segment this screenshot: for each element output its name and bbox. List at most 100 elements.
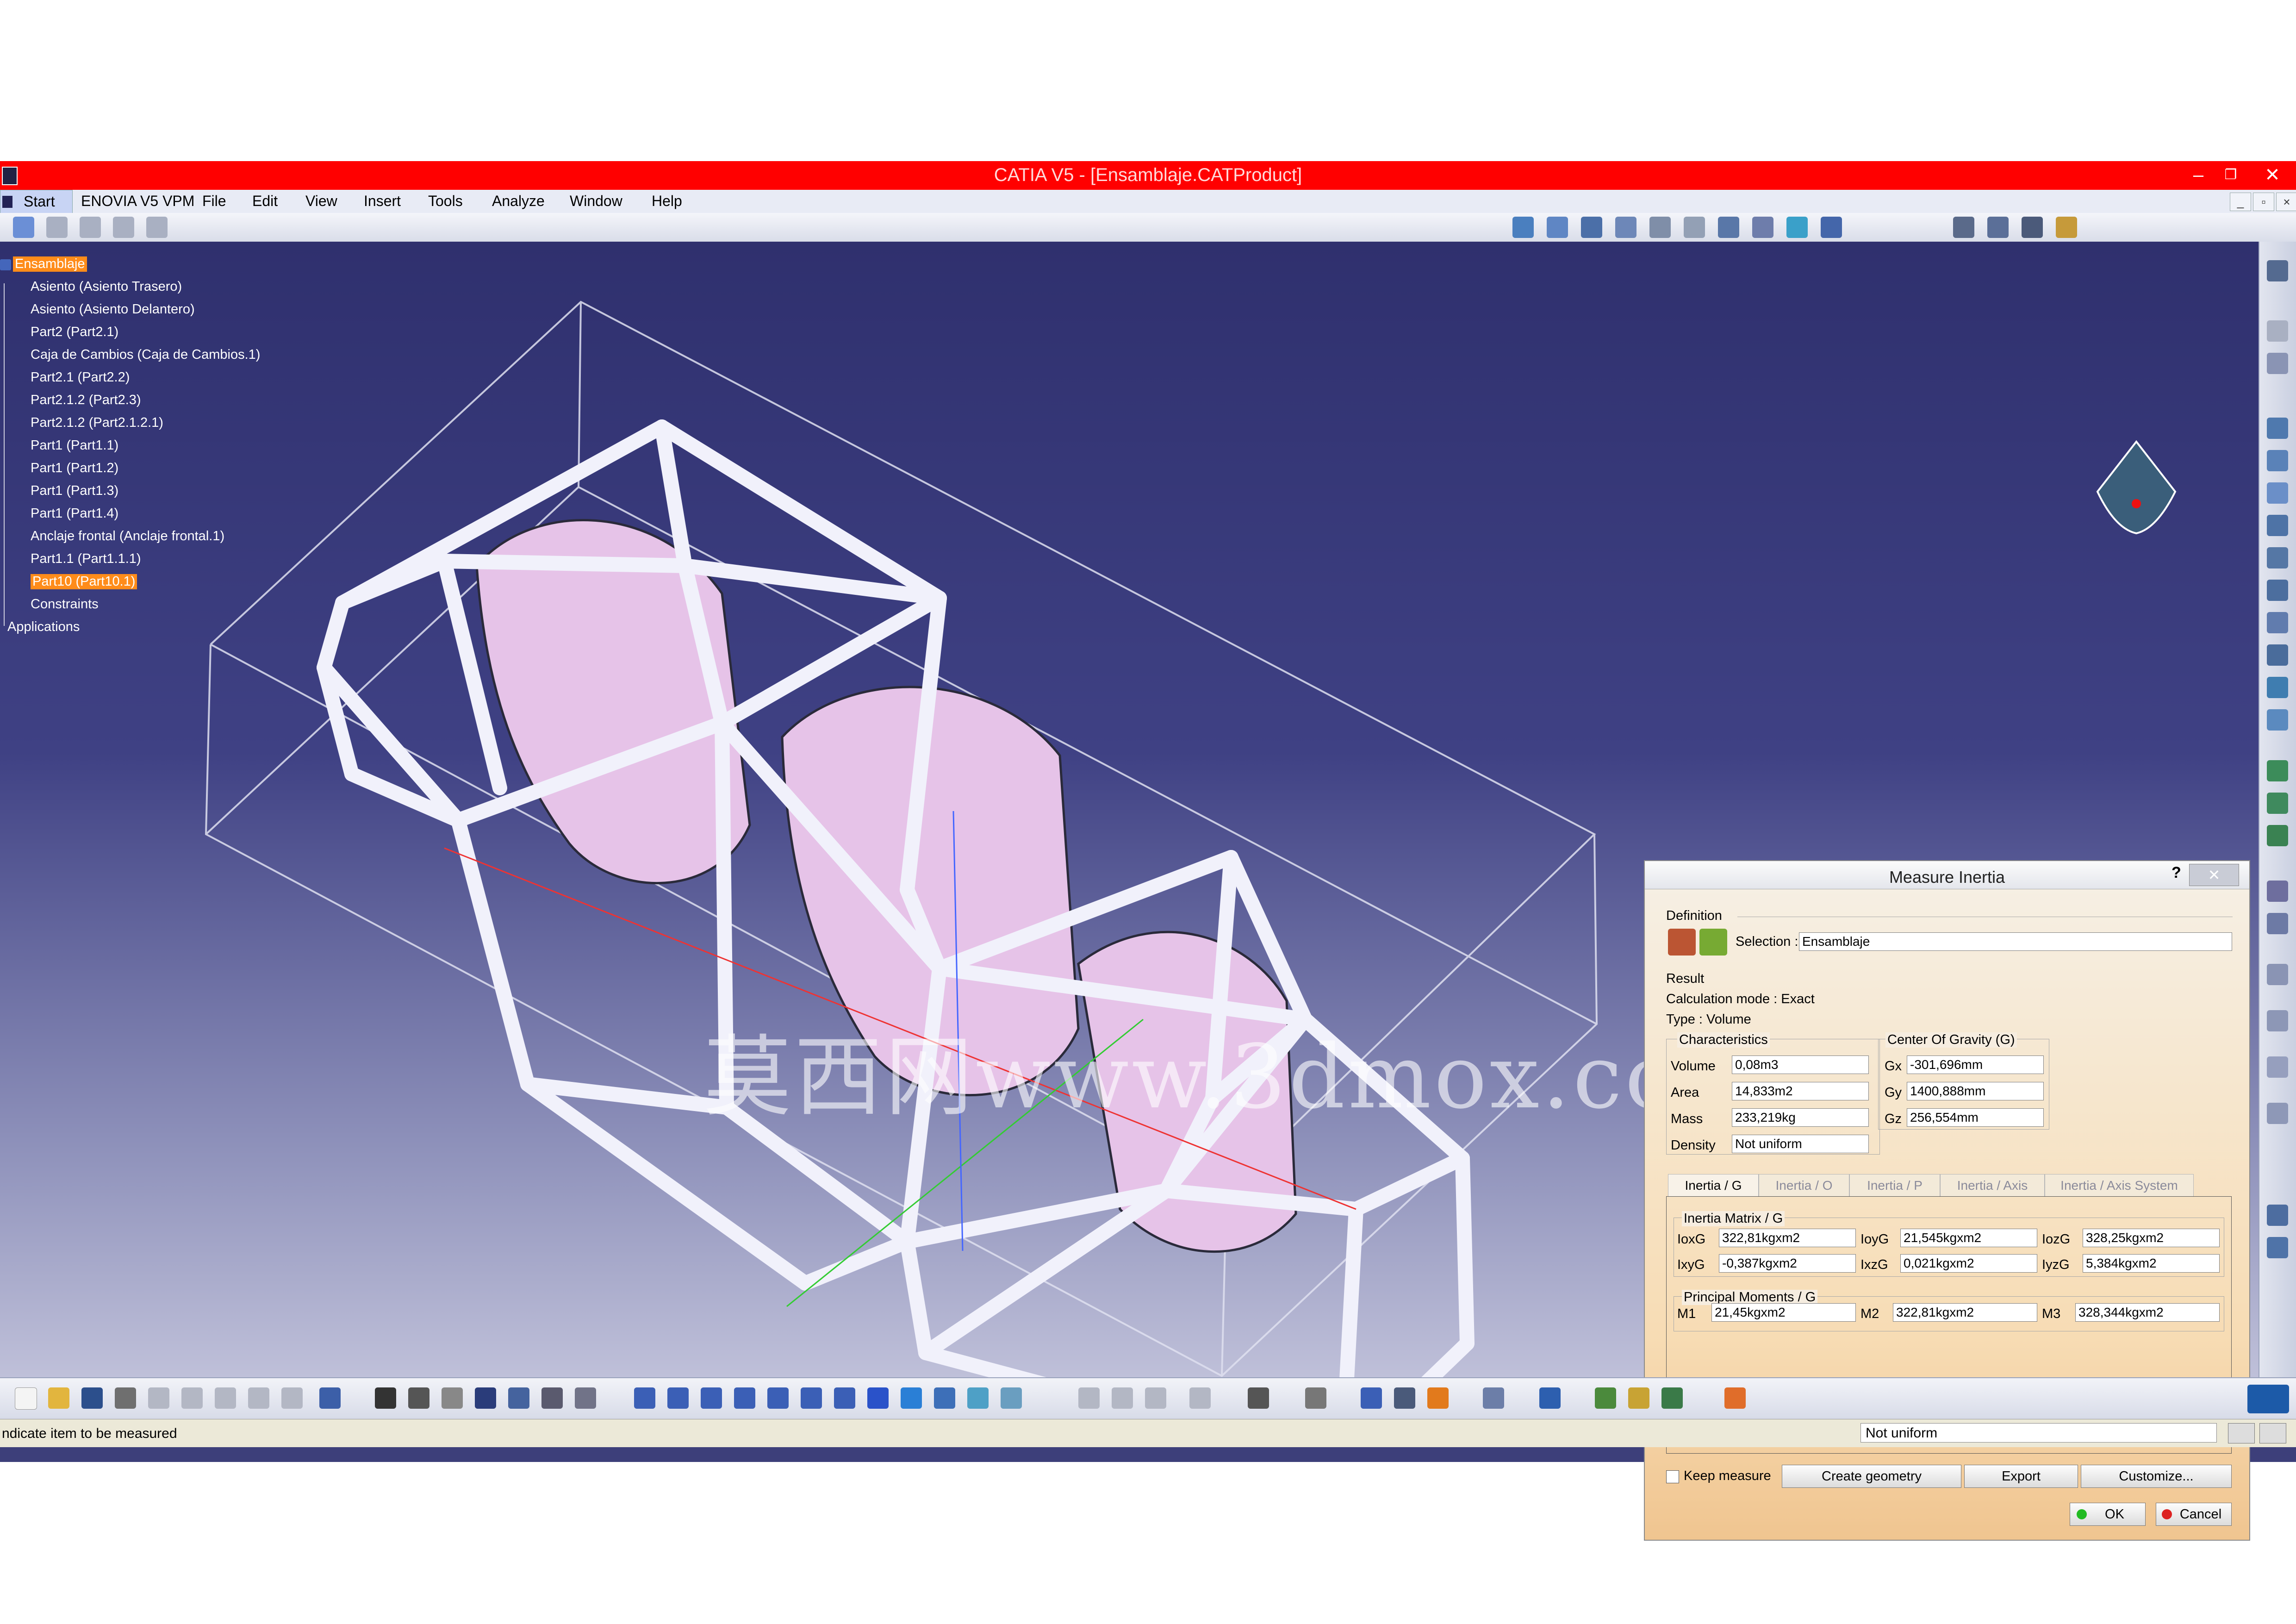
customize-button[interactable]: Customize... <box>2081 1465 2232 1488</box>
abc-icon[interactable] <box>2267 1010 2288 1031</box>
status-field[interactable]: Not uniform <box>1860 1423 2217 1443</box>
update-icon[interactable] <box>1786 217 1808 238</box>
annotation-icon[interactable] <box>2267 644 2288 666</box>
angle-icon[interactable] <box>1649 217 1671 238</box>
status-toggle-icon[interactable] <box>2228 1423 2255 1443</box>
law-icon[interactable] <box>1145 1387 1166 1409</box>
menu-file[interactable]: File <box>202 193 226 210</box>
product-knowledge-icon[interactable] <box>1595 1387 1616 1409</box>
weld-icon[interactable] <box>2267 677 2288 698</box>
smart-move-icon[interactable] <box>2267 482 2288 504</box>
tree-item[interactable]: Part2 (Part2.1) <box>31 325 118 340</box>
menu-edit[interactable]: Edit <box>252 193 278 210</box>
tree-icon[interactable] <box>508 1387 529 1409</box>
thickness-icon[interactable] <box>1427 1387 1449 1409</box>
menu-analyze[interactable]: Analyze <box>492 193 545 210</box>
copy-icon[interactable] <box>181 1387 203 1409</box>
tree-item[interactable]: Part1 (Part1.4) <box>31 506 118 521</box>
swap-space-icon[interactable] <box>1001 1387 1022 1409</box>
component-icon[interactable] <box>2267 793 2288 814</box>
whats-this-icon[interactable] <box>319 1387 341 1409</box>
dimension-icon[interactable] <box>2267 1103 2288 1124</box>
rotate-icon[interactable] <box>734 1387 755 1409</box>
capture-image-icon[interactable] <box>1248 1387 1269 1409</box>
shading-icon[interactable] <box>934 1387 955 1409</box>
tab-inertia-p[interactable]: Inertia / P <box>1849 1174 1940 1196</box>
flag-note-icon[interactable] <box>2267 913 2288 934</box>
fly-mode-icon[interactable] <box>634 1387 655 1409</box>
iso-view-icon[interactable] <box>901 1387 922 1409</box>
knowledge-icon[interactable] <box>408 1387 429 1409</box>
selection-field[interactable]: Ensamblaje <box>1799 932 2232 951</box>
minimize-button[interactable]: – <box>2184 164 2212 186</box>
contact-icon[interactable] <box>1581 217 1602 238</box>
tree-item[interactable]: Part1.1 (Part1.1.1) <box>31 551 141 567</box>
space-analysis-icon[interactable] <box>2267 709 2288 731</box>
multi-instantiation-icon[interactable] <box>146 217 168 238</box>
tree-item[interactable]: Part1 (Part1.3) <box>31 483 118 499</box>
tree-item[interactable]: Part1 (Part1.1) <box>31 438 118 453</box>
cancel-button[interactable]: Cancel <box>2156 1503 2232 1526</box>
menu-view[interactable]: View <box>305 193 337 210</box>
tree-item[interactable]: Anclaje frontal (Anclaje frontal.1) <box>31 529 224 544</box>
doc-minimize-button[interactable]: _ <box>2230 193 2251 211</box>
tab-inertia-axis-system[interactable]: Inertia / Axis System <box>2045 1174 2194 1196</box>
menu-window[interactable]: Window <box>570 193 622 210</box>
material-icon[interactable] <box>1539 1387 1561 1409</box>
replace-component-icon[interactable] <box>80 217 101 238</box>
graph-tree-icon[interactable] <box>113 217 134 238</box>
undo-icon[interactable] <box>248 1387 269 1409</box>
tab-inertia-o[interactable]: Inertia / O <box>1759 1174 1849 1196</box>
design-table-icon[interactable] <box>1112 1387 1133 1409</box>
menu-help[interactable]: Help <box>652 193 682 210</box>
measure-between-icon[interactable] <box>575 1387 596 1409</box>
menu-insert[interactable]: Insert <box>364 193 401 210</box>
doc-restore-button[interactable]: ▫ <box>2253 193 2274 211</box>
constraint-icon[interactable] <box>1512 217 1534 238</box>
stop-manipulate-icon[interactable] <box>2267 515 2288 536</box>
reuse-pattern-icon[interactable] <box>1821 217 1842 238</box>
offset-icon[interactable] <box>1615 217 1636 238</box>
menu-tools[interactable]: Tools <box>428 193 463 210</box>
export-button[interactable]: Export <box>1964 1465 2078 1488</box>
rules-icon[interactable] <box>1628 1387 1649 1409</box>
status-search-icon[interactable] <box>2259 1423 2286 1443</box>
text-icon[interactable] <box>2267 881 2288 902</box>
reaction-icon[interactable] <box>1189 1387 1211 1409</box>
tab-inertia-g[interactable]: Inertia / G <box>1668 1174 1759 1196</box>
publication-icon[interactable] <box>2267 760 2288 781</box>
table-icon[interactable] <box>475 1387 496 1409</box>
close-button[interactable]: ✕ <box>2259 164 2286 186</box>
dialog-close-button[interactable]: ✕ <box>2189 864 2239 886</box>
keep-measure-checkbox[interactable] <box>1666 1470 1679 1483</box>
pan-icon[interactable] <box>701 1387 722 1409</box>
existing-component-icon[interactable] <box>46 217 68 238</box>
zoom-in-icon[interactable] <box>767 1387 789 1409</box>
menu-start[interactable]: Start <box>0 190 73 214</box>
symmetry-icon[interactable] <box>2267 825 2288 846</box>
restore-button[interactable]: ❐ <box>2217 164 2245 186</box>
measure-item-icon[interactable] <box>1394 1387 1415 1409</box>
refresh-icon[interactable] <box>1483 1387 1504 1409</box>
sync-icon[interactable] <box>2267 1205 2288 1226</box>
tree-item[interactable]: Constraints <box>31 597 99 612</box>
tree-item[interactable]: Asiento (Asiento Delantero) <box>31 302 195 317</box>
clash-icon[interactable] <box>1953 217 1974 238</box>
flexible-icon[interactable] <box>1752 217 1773 238</box>
export-data-icon[interactable] <box>1305 1387 1326 1409</box>
view-icon[interactable] <box>2267 964 2288 985</box>
help-button[interactable]: ? <box>2172 864 2181 882</box>
doc-close-button[interactable]: × <box>2276 193 2296 211</box>
product-icon[interactable] <box>13 217 34 238</box>
ok-button[interactable]: OK <box>2070 1503 2146 1526</box>
quick-constraint-icon[interactable] <box>1718 217 1739 238</box>
density-field[interactable]: Not uniform <box>1732 1135 1869 1153</box>
snap-icon[interactable] <box>2267 353 2288 374</box>
macro-icon[interactable] <box>442 1387 463 1409</box>
cut-icon[interactable] <box>148 1387 169 1409</box>
sectioning-icon[interactable] <box>1987 217 2009 238</box>
measure-inertia-icon[interactable] <box>1361 1387 1382 1409</box>
tree-item[interactable]: Part2.1.2 (Part2.1.2.1) <box>31 415 163 431</box>
parameters-icon[interactable] <box>1724 1387 1746 1409</box>
tree-item[interactable]: Part1 (Part1.2) <box>31 461 118 476</box>
